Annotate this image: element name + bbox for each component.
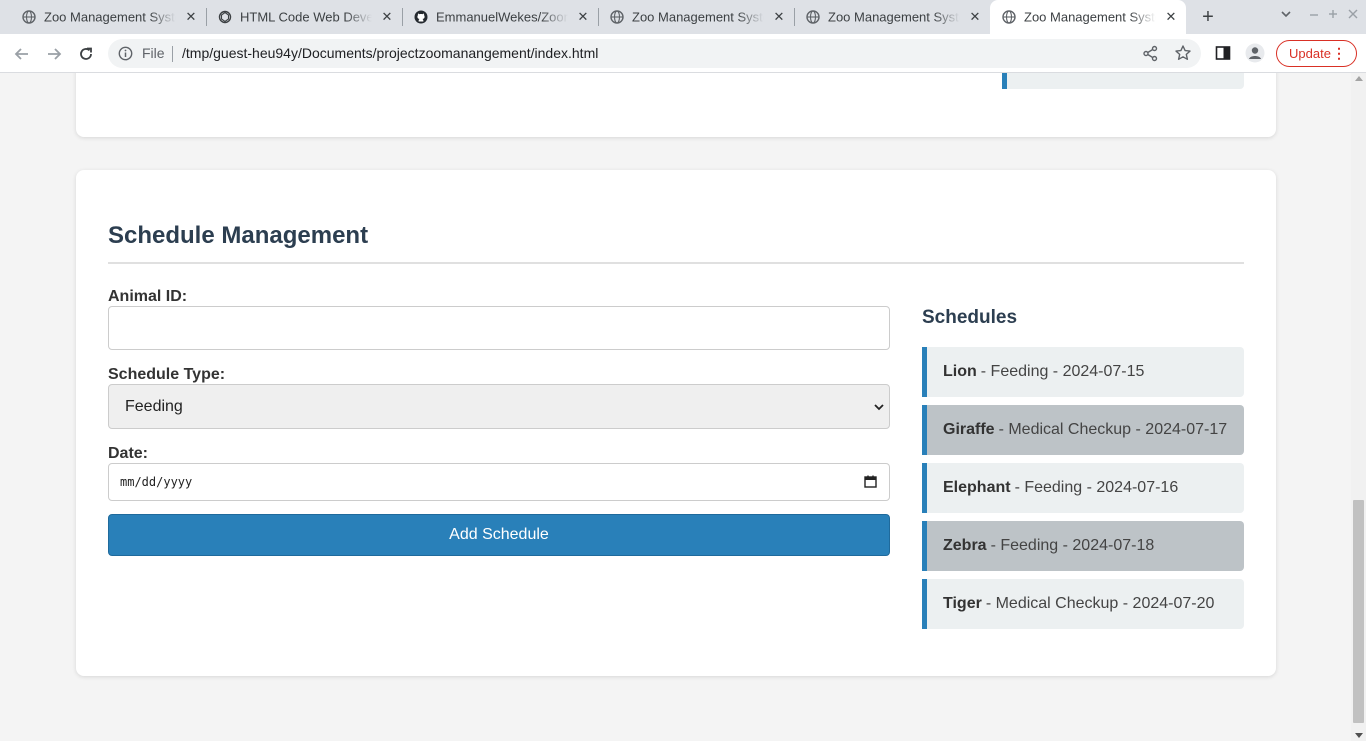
section-divider [108,262,1244,264]
tab-title: Zoo Management Syste [632,9,764,25]
reload-icon[interactable] [74,42,98,66]
animal-id-label: Animal ID: [108,288,188,305]
update-label: Update [1289,46,1331,61]
calendar-icon[interactable] [864,475,877,488]
close-icon[interactable]: ✕ [968,9,982,24]
schedule-section: Schedule Management Animal ID: Schedule … [76,170,1276,676]
browser-tab[interactable]: Zoo Management Syste ✕ [784,4,990,30]
scrollbar-thumb[interactable] [1353,500,1364,723]
schedule-type-value: Feeding [125,398,183,415]
side-panel-icon[interactable] [1213,43,1233,63]
github-icon [414,10,428,24]
tab-title: Zoo Management Syste [828,9,960,25]
schedule-animal: Lion [943,363,977,380]
tab-strip: Zoo Management Syste ✕ HTML Code Web Dev… [0,0,1366,34]
animal-id-input[interactable] [108,306,890,350]
date-label: Date: [108,445,149,462]
date-placeholder: mm/dd/yyyy [120,475,193,489]
page-viewport: Schedule Management Animal ID: Schedule … [0,73,1351,741]
tab-title: Zoo Management Syste [1024,9,1156,25]
tab-search-icon[interactable] [1280,8,1292,23]
schedule-item[interactable]: Zebra - Feeding - 2024-07-18 [922,521,1244,571]
chevron-down-icon [873,400,885,412]
bookmark-star-icon[interactable] [1174,44,1192,62]
info-icon[interactable] [118,46,133,61]
schedule-detail: - Medical Checkup - 2024-07-17 [998,421,1228,438]
forward-arrow-icon[interactable] [42,42,66,66]
globe-icon [22,10,36,24]
address-bar[interactable]: File /tmp/guest-heu94y/Documents/project… [108,39,1201,68]
schedules-list: Lion - Feeding - 2024-07-15 Giraffe - Me… [922,347,1244,637]
previous-section-card [76,73,1276,137]
schedule-animal: Tiger [943,595,982,612]
more-menu-icon: ⋮ [1332,45,1346,61]
browser-tab[interactable]: Zoo Management Syste ✕ [0,4,206,30]
minimize-icon[interactable] [1308,8,1320,23]
browser-tab[interactable]: HTML Code Web Develo ✕ [196,4,402,30]
schedule-item[interactable]: Lion - Feeding - 2024-07-15 [922,347,1244,397]
update-button[interactable]: Update ⋮ [1276,40,1357,67]
globe-icon [806,10,820,24]
schedule-detail: - Feeding - 2024-07-15 [980,363,1145,380]
address-divider [172,46,173,62]
maximize-icon[interactable] [1327,8,1339,23]
page-scrollbar[interactable] [1351,73,1366,741]
schedules-heading: Schedules [922,307,1018,328]
globe-icon [610,10,624,24]
schedule-type-label: Schedule Type: [108,366,226,383]
add-schedule-button[interactable]: Add Schedule [108,514,890,556]
section-title: Schedule Management [108,222,369,249]
window-close-icon[interactable] [1347,8,1359,23]
tab-title: HTML Code Web Develo [240,9,372,25]
openai-icon [218,10,232,24]
tab-title: EmmanuelWekes/Zoom [436,9,568,25]
schedule-item[interactable]: Tiger - Medical Checkup - 2024-07-20 [922,579,1244,629]
schedule-item[interactable]: Giraffe - Medical Checkup - 2024-07-17 [922,405,1244,455]
tab-title: Zoo Management Syste [44,9,176,25]
browser-toolbar: File /tmp/guest-heu94y/Documents/project… [0,34,1366,73]
browser-tab[interactable]: Zoo Management Syste ✕ [588,4,794,30]
share-icon[interactable] [1142,45,1159,62]
scheme-label: File [142,45,165,61]
schedule-detail: - Feeding - 2024-07-16 [1014,479,1179,496]
schedule-animal: Giraffe [943,421,995,438]
schedule-type-select[interactable]: Feeding [108,384,890,429]
browser-tab-active[interactable]: Zoo Management Syste ✕ [990,0,1186,34]
browser-tab[interactable]: EmmanuelWekes/Zoom ✕ [392,4,598,30]
globe-icon [1002,10,1016,24]
new-tab-button[interactable]: + [1198,6,1218,28]
back-arrow-icon[interactable] [10,42,34,66]
list-item [1002,73,1244,89]
profile-avatar-icon[interactable] [1245,43,1265,63]
url-text[interactable]: /tmp/guest-heu94y/Documents/projectzooma… [182,45,598,61]
close-icon[interactable]: ✕ [1164,9,1178,24]
schedule-detail: - Medical Checkup - 2024-07-20 [985,595,1215,612]
scroll-up-arrow-icon[interactable] [1355,76,1363,81]
date-input[interactable]: mm/dd/yyyy [108,463,890,501]
schedule-item[interactable]: Elephant - Feeding - 2024-07-16 [922,463,1244,513]
schedule-animal: Elephant [943,479,1011,496]
schedule-detail: - Feeding - 2024-07-18 [990,537,1155,554]
scroll-down-arrow-icon[interactable] [1355,733,1363,738]
schedule-animal: Zebra [943,537,987,554]
